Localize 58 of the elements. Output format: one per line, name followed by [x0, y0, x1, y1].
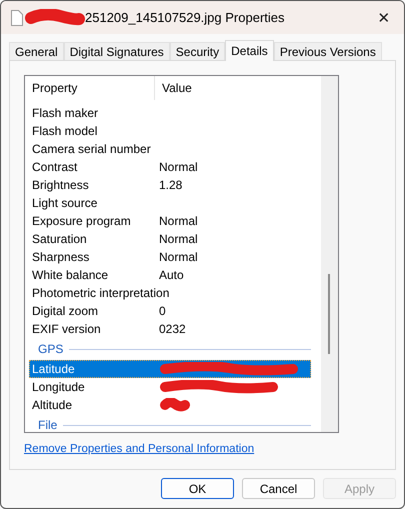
tab[interactable]: General — [9, 42, 64, 60]
property-row[interactable]: Contrast Normal — [29, 158, 311, 176]
property-value: Normal — [159, 214, 198, 228]
property-name: Digital zoom — [31, 304, 100, 318]
property-name: Longitude — [31, 380, 86, 394]
property-row[interactable]: Latitude — [29, 360, 311, 378]
property-row[interactable]: Altitude — [29, 396, 311, 414]
tab[interactable]: Digital Signatures — [64, 42, 170, 60]
property-value: 0232 — [159, 322, 186, 336]
group-heading: File — [38, 418, 58, 432]
property-name: Camera serial number — [31, 142, 152, 156]
property-row[interactable]: White balance Auto — [29, 266, 311, 284]
property-value: Auto — [159, 268, 184, 282]
property-row[interactable]: Brightness 1.28 — [29, 176, 311, 194]
property-value: 0 — [159, 304, 166, 318]
group-heading: GPS — [38, 342, 64, 356]
property-row[interactable]: Exposure program Normal — [29, 212, 311, 230]
window-title: 251209_145107529.jpg Properties — [85, 10, 285, 25]
property-name: EXIF version — [31, 322, 102, 336]
property-name: White balance — [31, 268, 110, 282]
property-row[interactable]: Flash model — [29, 122, 311, 140]
property-name: Latitude — [31, 362, 76, 376]
property-value: Normal — [159, 232, 198, 246]
file-icon — [11, 10, 23, 26]
property-row[interactable]: Digital zoom 0 — [29, 302, 311, 320]
redaction-mark — [25, 8, 85, 26]
property-row[interactable]: EXIF version 0232 — [29, 320, 311, 338]
property-row[interactable]: Flash maker — [29, 104, 311, 122]
property-name: Flash model — [31, 124, 98, 138]
dialog-button[interactable]: OK — [161, 478, 234, 499]
property-row[interactable]: Photometric interpretation — [29, 284, 311, 302]
column-header[interactable]: Property — [25, 76, 155, 100]
property-name: Flash maker — [31, 106, 100, 120]
property-name: Photometric interpretation — [31, 286, 170, 300]
property-value: 1.28 — [159, 178, 182, 192]
property-row[interactable]: Camera serial number — [29, 140, 311, 158]
property-name: Sharpness — [31, 250, 90, 264]
property-row[interactable]: Saturation Normal — [29, 230, 311, 248]
property-row[interactable]: Longitude — [29, 378, 311, 396]
scroll-thumb[interactable] — [328, 274, 330, 354]
property-name: Light source — [31, 196, 98, 210]
property-row[interactable]: Sharpness Normal — [29, 248, 311, 266]
property-name: Altitude — [31, 398, 74, 412]
tab[interactable]: Previous Versions — [274, 42, 382, 60]
property-name: Exposure program — [31, 214, 132, 228]
tab[interactable]: Details — [225, 40, 274, 61]
column-header[interactable]: Value — [155, 76, 192, 100]
close-button[interactable]: ✕ — [364, 8, 404, 28]
property-name: Contrast — [31, 160, 78, 174]
property-name: Saturation — [31, 232, 88, 246]
tab[interactable]: Security — [170, 42, 226, 60]
property-value: Normal — [159, 160, 198, 174]
property-value: Normal — [159, 250, 198, 264]
scrollbar[interactable] — [321, 76, 338, 432]
dialog-button[interactable]: Cancel — [242, 478, 315, 499]
remove-properties-link[interactable]: Remove Properties and Personal Information — [24, 443, 395, 455]
property-name: Brightness — [31, 178, 90, 192]
property-row[interactable]: Light source — [29, 194, 311, 212]
